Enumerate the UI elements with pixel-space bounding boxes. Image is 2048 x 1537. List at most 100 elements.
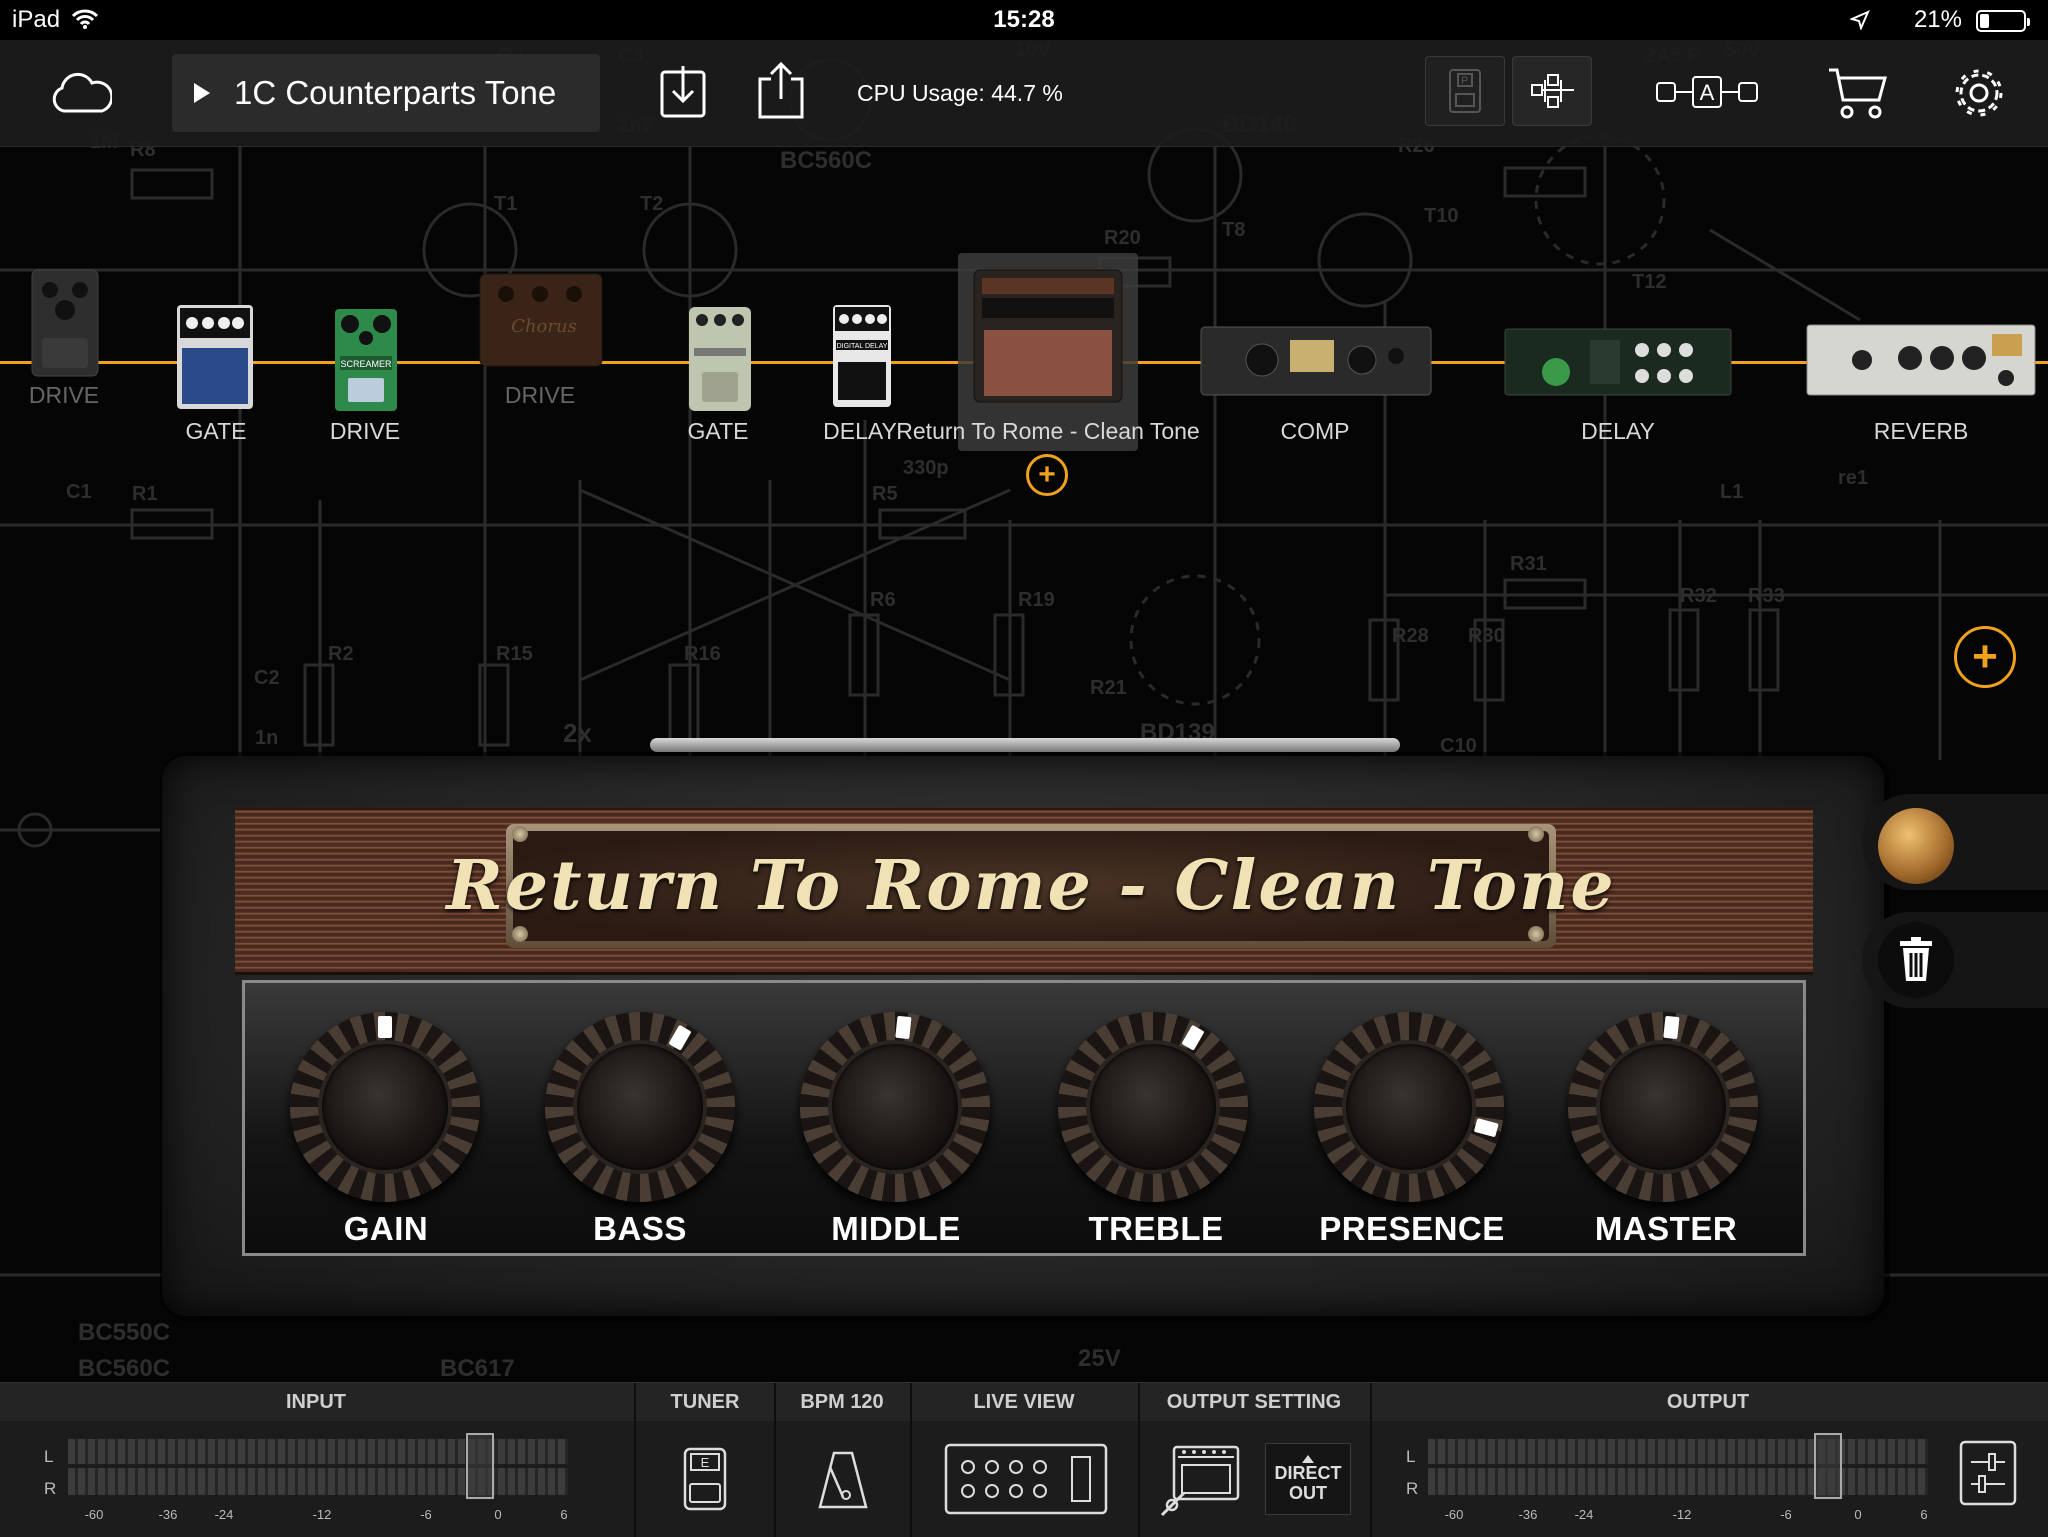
- amp-output-icon: [1160, 1445, 1240, 1517]
- meter-scale-label: -36: [1518, 1507, 1538, 1522]
- download-icon[interactable]: [656, 62, 710, 122]
- direct-out-label-1: DIRECT: [1274, 1463, 1342, 1483]
- knob-pointer: [378, 1016, 392, 1038]
- screw: [512, 926, 528, 942]
- right-channel-label: R: [44, 1479, 57, 1498]
- svg-text:330p: 330p: [903, 457, 949, 479]
- pedal-view-icon: P: [1449, 69, 1481, 113]
- share-icon[interactable]: [754, 60, 808, 122]
- output-volume-fader[interactable]: [1814, 1433, 1842, 1499]
- svg-text:R21: R21: [1090, 677, 1127, 699]
- meter-scale-label: -24: [214, 1507, 234, 1522]
- divider: [774, 1383, 776, 1537]
- module-delay-2[interactable]: [1504, 328, 1732, 396]
- play-icon[interactable]: [194, 83, 210, 103]
- live-view-icon: [944, 1443, 1108, 1515]
- svg-text:DIGITAL DELAY: DIGITAL DELAY: [837, 343, 888, 350]
- signal-chain-button[interactable]: [1512, 56, 1592, 126]
- knob-treble[interactable]: [1058, 1012, 1248, 1202]
- knob-bass[interactable]: [545, 1012, 735, 1202]
- module-drive-2[interactable]: SCREAMER: [334, 308, 398, 412]
- cart-icon[interactable]: [1826, 64, 1888, 122]
- direct-out-label-2: OUT: [1289, 1483, 1327, 1503]
- knob-gain[interactable]: [290, 1012, 480, 1202]
- knob-label: GAIN: [343, 1210, 429, 1247]
- add-module-button[interactable]: +: [1026, 454, 1068, 496]
- bpm-label: BPM 120: [800, 1391, 884, 1413]
- module-amp[interactable]: [972, 268, 1124, 404]
- metronome-button[interactable]: [810, 1443, 876, 1519]
- svg-text:Chorus: Chorus: [511, 316, 577, 337]
- module-reverb[interactable]: [1806, 324, 2036, 396]
- module-label: DELAY: [1581, 418, 1655, 444]
- metronome-icon: [818, 1451, 868, 1509]
- module-label: COMP: [1280, 418, 1350, 444]
- module-drive-1[interactable]: [30, 268, 100, 378]
- mixer-button[interactable]: [1958, 1439, 2018, 1507]
- direct-out-button[interactable]: DIRECT OUT: [1265, 1443, 1351, 1515]
- right-channel-label: R: [1406, 1479, 1419, 1498]
- meter-scale-label: -60: [1444, 1507, 1464, 1522]
- left-channel-label: L: [1406, 1447, 1416, 1466]
- svg-text:R5: R5: [872, 483, 898, 505]
- knob-pointer: [1663, 1015, 1680, 1040]
- module-drive-3[interactable]: Chorus: [478, 272, 604, 368]
- svg-text:T1: T1: [494, 193, 517, 215]
- output-setting-button[interactable]: [1160, 1445, 1242, 1519]
- amp-nameplate: Return To Rome - Clean Tone: [446, 824, 1614, 948]
- knob-presence[interactable]: [1314, 1012, 1504, 1202]
- knob-master[interactable]: [1568, 1012, 1758, 1202]
- svg-text:R33: R33: [1748, 585, 1785, 607]
- svg-text:R20: R20: [1104, 227, 1141, 249]
- module-label: Return To Rome - Clean Tone: [896, 418, 1200, 444]
- live-view-label: LIVE VIEW: [973, 1391, 1075, 1413]
- meter-scale-label: -12: [1672, 1507, 1692, 1522]
- svg-text:25V: 25V: [1078, 1345, 1121, 1372]
- module-label: DRIVE: [28, 382, 100, 408]
- live-view-button[interactable]: [944, 1443, 1108, 1515]
- svg-text:T8: T8: [1222, 219, 1245, 241]
- input-level-meter: [68, 1433, 568, 1499]
- module-delay-1[interactable]: DIGITAL DELAY: [832, 304, 892, 408]
- meter-scale-label: -6: [1780, 1507, 1792, 1522]
- meter-scale-label: 0: [494, 1507, 502, 1522]
- amp-name: Return To Rome - Clean Tone: [446, 846, 1616, 926]
- delete-button[interactable]: [1878, 922, 1954, 998]
- knob-label: TREBLE: [1088, 1210, 1224, 1247]
- meter-scale-label: -60: [84, 1507, 104, 1522]
- tuner-button[interactable]: E: [672, 1443, 738, 1519]
- svg-text:R16: R16: [684, 643, 721, 665]
- svg-text:BC560C: BC560C: [780, 147, 872, 174]
- module-gate-1[interactable]: [176, 304, 254, 410]
- meter-scale-label: -12: [312, 1507, 332, 1522]
- module-gate-2[interactable]: [688, 306, 752, 412]
- cloud-icon[interactable]: [46, 64, 116, 120]
- divider: [1370, 1383, 1372, 1537]
- pedal-view-button[interactable]: P: [1425, 56, 1505, 126]
- knob-pointer: [895, 1015, 912, 1040]
- status-bar: iPad 15:28 21%: [0, 0, 2048, 40]
- ab-routing-icon[interactable]: A: [1654, 70, 1760, 114]
- meter-scale-label: 0: [1854, 1507, 1862, 1522]
- left-channel-label: L: [44, 1447, 54, 1466]
- top-toolbar: 1C Counterparts Tone CPU Usage: 44.7 % P…: [0, 40, 2048, 147]
- signal-chain-icon: [1531, 74, 1574, 108]
- preset-selector[interactable]: 1C Counterparts Tone: [172, 54, 600, 132]
- svg-text:E: E: [701, 1455, 710, 1470]
- knob-label: MASTER: [1594, 1210, 1738, 1247]
- svg-text:R28: R28: [1392, 625, 1429, 647]
- add-chain-button[interactable]: +: [1954, 626, 2016, 688]
- input-label: INPUT: [286, 1391, 346, 1413]
- svg-text:R32: R32: [1680, 585, 1717, 607]
- module-label: DELAY: [823, 418, 897, 444]
- tuner-label: TUNER: [670, 1391, 740, 1413]
- input-gain-fader[interactable]: [466, 1433, 494, 1499]
- knob-middle[interactable]: [800, 1012, 990, 1202]
- svg-text:R19: R19: [1018, 589, 1055, 611]
- module-comp[interactable]: [1200, 326, 1432, 396]
- amp-handle: [650, 738, 1400, 752]
- tube-icon[interactable]: [1878, 808, 1954, 884]
- settings-icon[interactable]: [1950, 64, 2008, 122]
- divider: [1138, 1383, 1140, 1537]
- svg-text:1n: 1n: [255, 727, 278, 749]
